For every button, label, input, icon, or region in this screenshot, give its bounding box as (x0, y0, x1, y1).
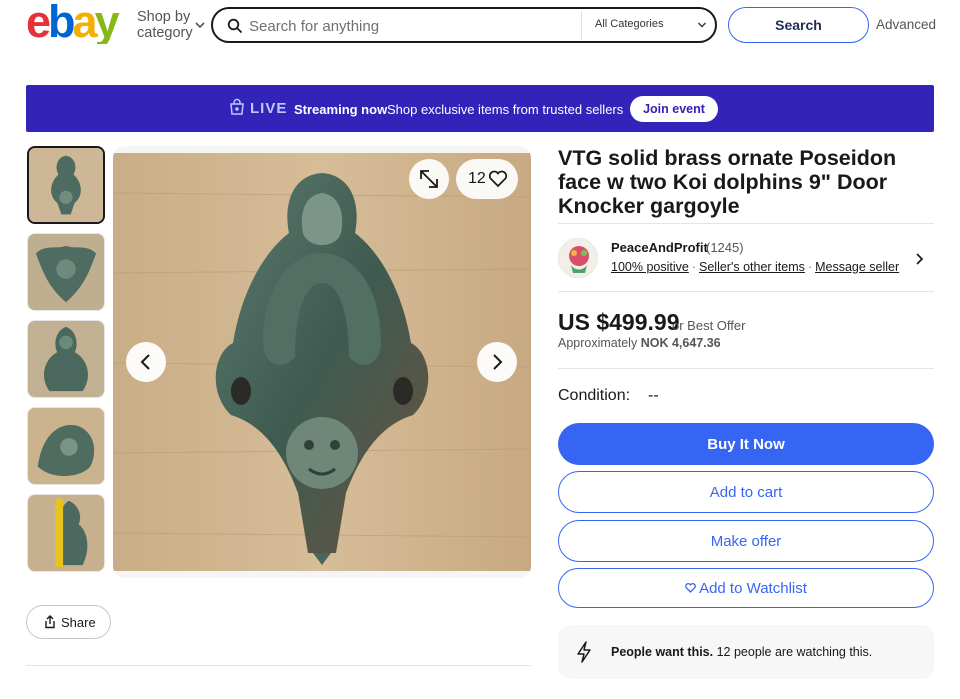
search-icon (227, 18, 243, 34)
image-count: 12 (468, 170, 486, 187)
shop-by-line2: category (137, 25, 193, 41)
thumbnail-image (28, 495, 104, 571)
thumbnail-4[interactable] (27, 407, 105, 485)
join-event-button[interactable]: Join event (630, 96, 718, 122)
live-bag-icon (230, 98, 244, 115)
watch-count-button[interactable]: 12 (456, 159, 518, 199)
chevron-down-icon[interactable] (194, 20, 206, 30)
watchers-text: People want this. 12 people are watching… (611, 645, 872, 659)
category-select[interactable]: All Categories (595, 18, 663, 30)
condition-label: Condition: (558, 387, 631, 404)
divider (558, 291, 934, 292)
divider (558, 368, 934, 369)
thumbnail-5[interactable] (27, 494, 105, 572)
lightning-icon (577, 641, 591, 663)
shop-by-line1: Shop by (137, 9, 191, 25)
watchers-count-text: 12 people are watching this. (716, 645, 873, 659)
approx-value: NOK 4,647.36 (640, 336, 721, 350)
chevron-down-icon[interactable] (697, 21, 707, 29)
chevron-right-icon (493, 354, 503, 370)
divider (581, 11, 582, 39)
expand-image-button[interactable] (409, 159, 449, 199)
share-icon (45, 615, 55, 629)
watchlist-label: Add to Watchlist (699, 579, 807, 597)
listing-title: VTG solid brass ornate Poseidon face w t… (558, 146, 897, 218)
approx-label: Approximately (558, 336, 638, 350)
search-input[interactable] (249, 16, 569, 36)
thumbnail-image (28, 234, 104, 310)
ebay-logo[interactable]: ebay (26, 0, 126, 47)
seller-avatar[interactable] (558, 238, 598, 278)
buy-it-now-button[interactable]: Buy It Now (558, 423, 934, 465)
make-offer-button[interactable]: Make offer (558, 520, 934, 562)
heart-icon (685, 582, 696, 593)
avatar-image (559, 239, 597, 277)
thumbnail-1[interactable] (27, 146, 105, 224)
previous-image-button[interactable] (126, 342, 166, 382)
thumbnail-3[interactable] (27, 320, 105, 398)
chevron-left-icon (140, 354, 150, 370)
share-button[interactable]: Share (26, 605, 111, 639)
seller-links: 100% positive · Seller's other items · Messa… (611, 260, 899, 274)
approximate-price: Approximately NOK 4,647.36 (558, 336, 721, 350)
product-photo (113, 153, 531, 571)
thumbnail-image (28, 408, 104, 484)
search-button[interactable]: Search (728, 7, 869, 43)
divider (558, 223, 934, 224)
banner-description: Shop exclusive items from trusted seller… (387, 102, 624, 117)
add-to-cart-button[interactable]: Add to cart (558, 471, 934, 513)
search-bar: All Categories (211, 7, 717, 43)
seller-other-items-link[interactable]: Seller's other items (699, 260, 805, 274)
live-label: LIVE (250, 100, 288, 117)
message-seller-link[interactable]: Message seller (815, 260, 899, 274)
separator: · (807, 260, 813, 274)
watchers-notice: People want this. 12 people are watching… (558, 625, 934, 679)
separator: · (691, 260, 696, 274)
thumbnail-image (28, 321, 104, 397)
streaming-now-label: Streaming now (294, 102, 388, 117)
advanced-search-link[interactable]: Advanced (876, 17, 936, 32)
thumbnail-image (29, 148, 103, 222)
shop-by-category[interactable]: Shop by category (137, 9, 193, 41)
main-product-image[interactable]: 12 (113, 146, 531, 578)
seller-feedback-count: (1245) (706, 240, 744, 255)
price: US $499.99 (558, 309, 680, 335)
watchers-bold: People want this. (611, 645, 714, 659)
heart-icon (488, 170, 508, 188)
next-image-button[interactable] (477, 342, 517, 382)
add-to-watchlist-button[interactable]: Add to Watchlist (558, 568, 934, 608)
condition-value: -- (648, 387, 659, 404)
seller-name[interactable]: PeaceAndProfit (611, 240, 708, 255)
best-offer-label: or Best Offer (672, 318, 746, 333)
live-event-banner: LIVE Streaming now Shop exclusive items … (26, 85, 934, 132)
seller-positive-feedback-link[interactable]: 100% positive (611, 260, 689, 274)
divider (26, 665, 531, 666)
expand-icon (420, 170, 438, 188)
share-label: Share (61, 615, 96, 630)
chevron-right-icon[interactable] (914, 252, 924, 266)
thumbnail-2[interactable] (27, 233, 105, 311)
svg-text:ebay: ebay (26, 2, 120, 44)
